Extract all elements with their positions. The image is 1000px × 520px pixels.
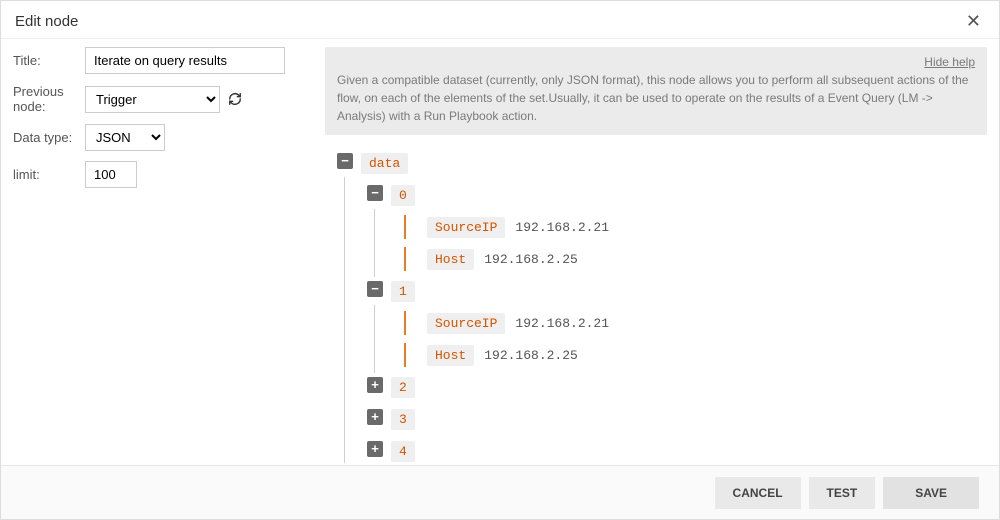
tree-indent (367, 245, 397, 273)
modal-title: Edit node (15, 13, 78, 30)
refresh-icon[interactable] (226, 90, 244, 108)
tree-indent (337, 245, 367, 273)
cancel-button[interactable]: CANCEL (715, 477, 801, 509)
tree-indent (397, 213, 427, 241)
prev-node-select[interactable]: Trigger (85, 86, 220, 113)
tree-indent (337, 437, 367, 463)
tree-root: −data (337, 149, 987, 177)
tree-field: SourceIP 192.168.2.21 (337, 309, 987, 337)
modal-header: Edit node ✕ (1, 1, 999, 39)
limit-input[interactable] (85, 161, 137, 188)
test-button[interactable]: TEST (809, 477, 876, 509)
tree-key[interactable]: 2 (391, 377, 415, 398)
tree-key[interactable]: 1 (391, 281, 415, 302)
tree-value: 192.168.2.21 (515, 316, 609, 331)
tree-key[interactable]: 0 (391, 185, 415, 206)
tree-indent (337, 373, 367, 401)
tree-item: −1 (337, 277, 987, 305)
collapse-icon[interactable]: − (367, 281, 383, 297)
tree-key[interactable]: SourceIP (427, 217, 505, 238)
row-limit: limit: (13, 161, 313, 188)
tree-field: Host 192.168.2.25 (337, 341, 987, 369)
expand-icon[interactable]: + (367, 409, 383, 425)
title-label: Title: (13, 53, 85, 68)
tree-indent (397, 309, 427, 337)
row-prev-node: Previous node: Trigger (13, 84, 313, 114)
help-text: Given a compatible dataset (currently, o… (337, 71, 975, 125)
preview-panel: Hide help Given a compatible dataset (cu… (313, 47, 987, 463)
tree-indent (337, 405, 367, 433)
tree-indent (337, 341, 367, 369)
tree-item: +4 (337, 437, 987, 463)
expand-icon[interactable]: + (367, 377, 383, 393)
form-panel: Title: Previous node: Trigger (13, 47, 313, 463)
tree-value: 192.168.2.25 (484, 348, 578, 363)
help-box: Hide help Given a compatible dataset (cu… (325, 47, 987, 135)
edit-node-modal: Edit node ✕ Title: Previous node: Trigge… (0, 0, 1000, 520)
tree-item: −0 (337, 181, 987, 209)
tree-key[interactable]: data (361, 153, 408, 174)
tree-key[interactable]: Host (427, 345, 474, 366)
tree-indent (337, 309, 367, 337)
row-data-type: Data type: JSON (13, 124, 313, 151)
tree-indent (337, 277, 367, 305)
tree-field: Host 192.168.2.25 (337, 245, 987, 273)
tree-key[interactable]: Host (427, 249, 474, 270)
tree-indent (397, 245, 427, 273)
tree-indent (397, 341, 427, 369)
modal-body: Title: Previous node: Trigger (1, 39, 999, 463)
save-button[interactable]: SAVE (883, 477, 979, 509)
collapse-icon[interactable]: − (367, 185, 383, 201)
expand-icon[interactable]: + (367, 441, 383, 457)
tree-indent (367, 309, 397, 337)
close-icon[interactable]: ✕ (962, 11, 985, 32)
tree-indent (367, 213, 397, 241)
tree-item: +3 (337, 405, 987, 433)
json-tree: −data−0SourceIP192.168.2.21Host192.168.2… (325, 149, 987, 463)
limit-label: limit: (13, 167, 85, 182)
tree-value: 192.168.2.21 (515, 220, 609, 235)
tree-key[interactable]: 3 (391, 409, 415, 430)
data-type-select[interactable]: JSON (85, 124, 165, 151)
hide-help-link[interactable]: Hide help (924, 53, 975, 71)
row-title: Title: (13, 47, 313, 74)
prev-node-label: Previous node: (13, 84, 85, 114)
title-input[interactable] (85, 47, 285, 74)
modal-footer: CANCEL TEST SAVE (1, 465, 999, 519)
collapse-icon[interactable]: − (337, 153, 353, 169)
tree-indent (337, 213, 367, 241)
tree-value: 192.168.2.25 (484, 252, 578, 267)
tree-key[interactable]: 4 (391, 441, 415, 462)
tree-indent (367, 341, 397, 369)
tree-field: SourceIP 192.168.2.21 (337, 213, 987, 241)
tree-item: +2 (337, 373, 987, 401)
tree-indent (337, 181, 367, 209)
data-type-label: Data type: (13, 130, 85, 145)
tree-key[interactable]: SourceIP (427, 313, 505, 334)
